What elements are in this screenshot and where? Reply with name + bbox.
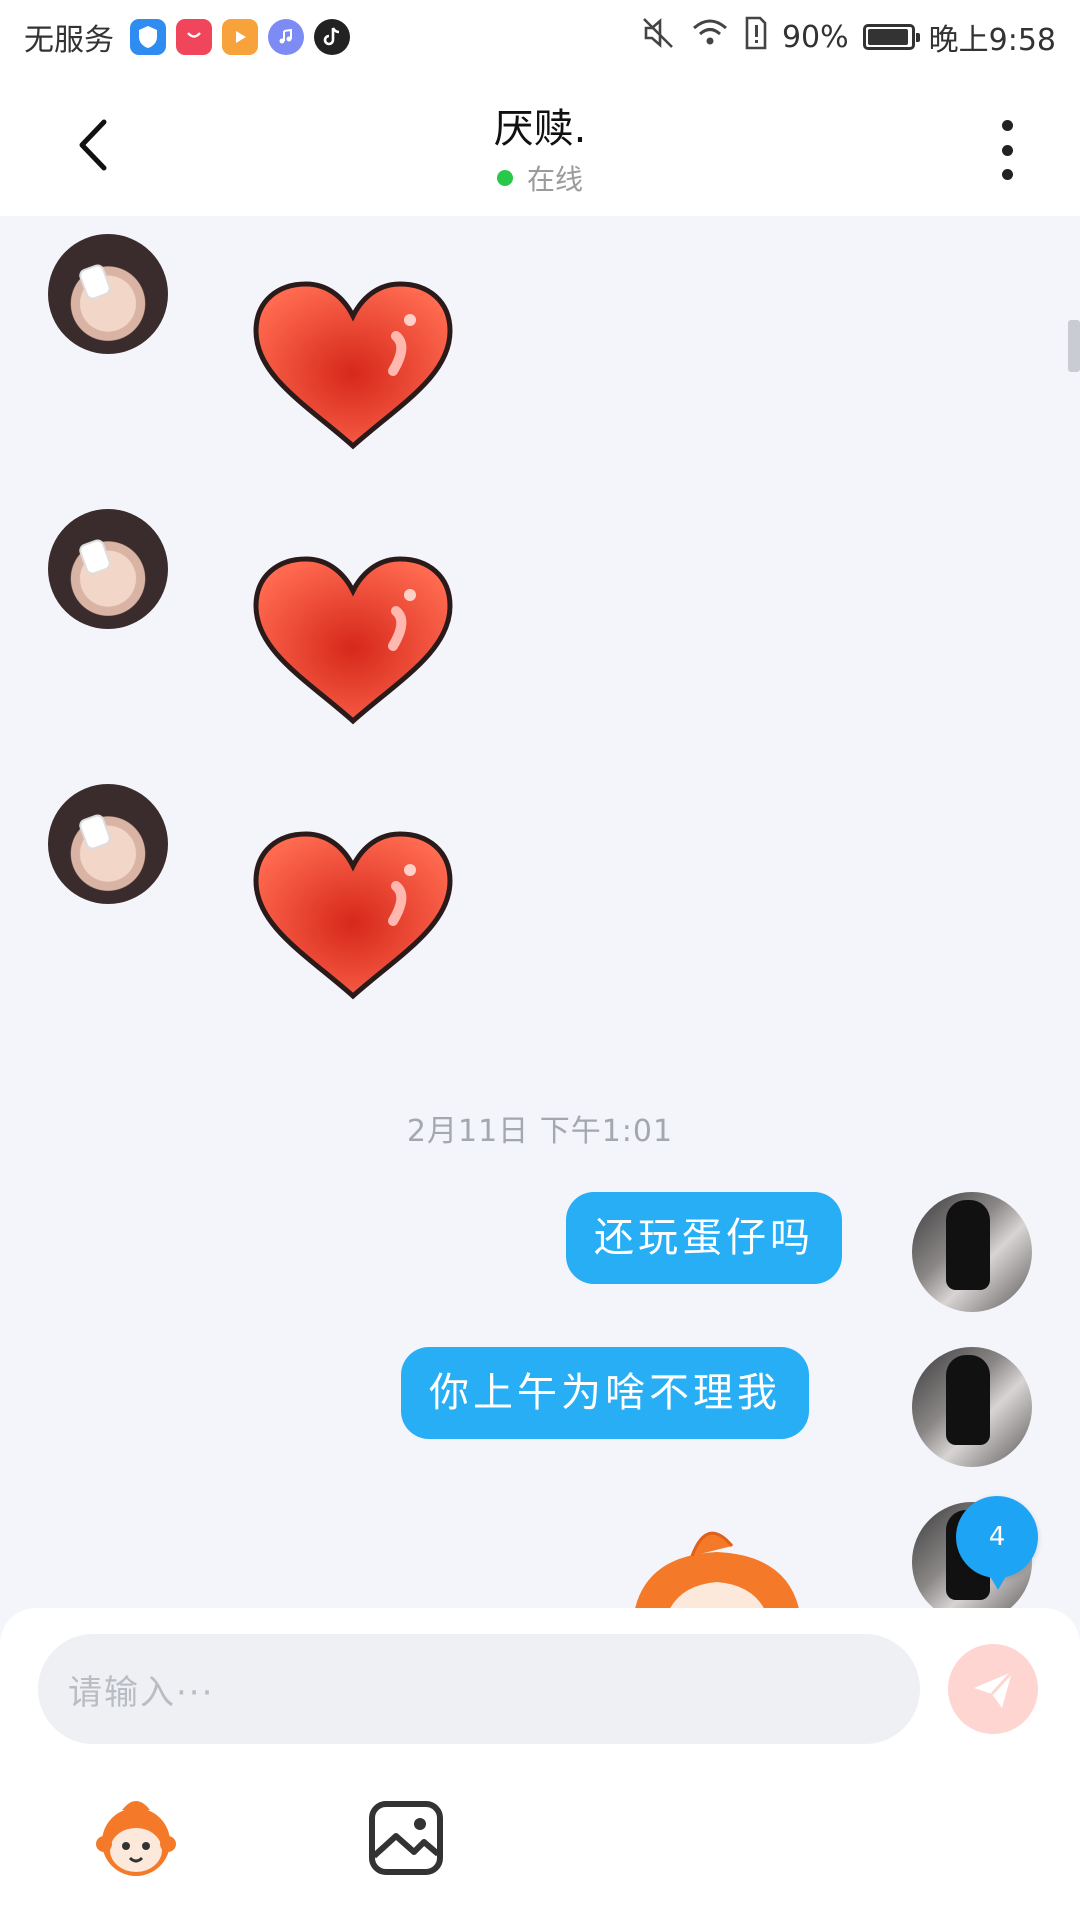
status-right: 90% 晚上9:58 [640,15,1056,59]
paper-plane-icon [974,1670,1014,1708]
my-avatar[interactable] [912,1347,1032,1467]
more-options-button[interactable] [992,120,1022,180]
message-timestamp: 2月11日 下午1:01 [406,1114,674,1149]
more-vertical-icon [1001,120,1013,131]
status-left: 无服务 [24,15,350,59]
heart-sticker[interactable] [248,276,458,456]
my-avatar[interactable] [912,1192,1032,1312]
battery-icon [862,24,920,50]
online-status: 在线 [0,158,1080,198]
video-app-icon [222,19,258,55]
clock: 晚上9:58 [928,23,1056,58]
mute-icon [640,15,676,59]
chat-header: 厌赎. 在线 [0,74,1080,216]
contact-name: 厌赎. [493,106,587,152]
online-dot-icon [496,170,513,186]
shield-app-icon [130,19,166,55]
contact-avatar[interactable] [48,234,168,354]
sim-alert-icon [744,16,768,58]
contact-avatar[interactable] [48,509,168,629]
sent-message-bubble[interactable]: 还玩蛋仔吗 [566,1192,842,1284]
emoji-sticker-icon[interactable] [92,1794,180,1882]
sent-message-bubble[interactable]: 你上午为啥不理我 [401,1347,809,1439]
online-status-text: 在线 [526,163,583,196]
music-app-icon [268,19,304,55]
scrollbar[interactable] [1068,320,1080,372]
huawei-store-icon [176,19,212,55]
contact-avatar[interactable] [48,784,168,904]
message-list[interactable]: 2月11日 下午1:01 还玩蛋仔吗 你上午为啥不理我 4 [0,216,1080,1608]
status-bar: 无服务 90% 晚上9:58 [0,0,1080,74]
unread-count-badge[interactable]: 4 [956,1496,1038,1590]
chat-screen: 无服务 90% 晚上9:58 厌赎. 在线 2月11日 下午1:01 还玩蛋仔吗… [0,0,1080,1920]
send-button[interactable] [948,1644,1038,1734]
heart-sticker[interactable] [248,551,458,731]
heart-sticker[interactable] [248,826,458,1006]
image-icon[interactable] [362,1794,450,1882]
wifi-icon [690,16,730,58]
input-panel: 请输入··· [0,1608,1080,1920]
carrier-text: 无服务 [24,23,114,58]
battery-percent: 90% [781,19,849,55]
tiktok-icon [314,19,350,55]
message-input[interactable]: 请输入··· [38,1634,920,1744]
cartoon-sticker[interactable] [622,1516,812,1608]
